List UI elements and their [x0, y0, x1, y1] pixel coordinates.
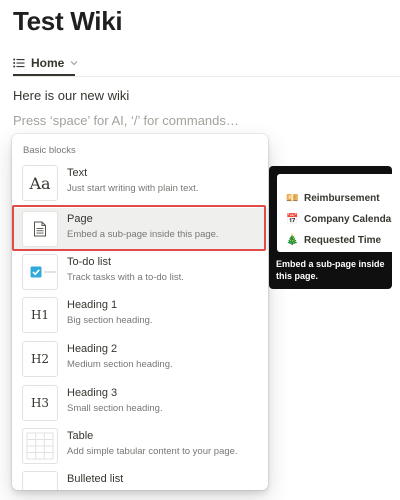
menu-item-heading-3[interactable]: H3 Heading 3 Small section heading.	[12, 382, 268, 424]
menu-item-desc: Small section heading.	[67, 403, 163, 414]
menu-item-desc: Track tasks with a to-do list.	[67, 272, 184, 283]
menu-item-label: Heading 3	[67, 387, 118, 399]
content-text-block[interactable]: Here is our new wiki	[13, 88, 129, 103]
menu-item-text[interactable]: Aa Text Just start writing with plain te…	[12, 162, 268, 204]
tooltip-text: Embed a sub-page inside this page.	[276, 259, 385, 281]
view-tab-label: Home	[31, 56, 65, 70]
menu-item-label: Heading 2	[67, 343, 118, 355]
menu-item-desc: Add simple tabular content to your page.	[67, 446, 238, 457]
block-preview-tooltip: 💴 Reimbursement 📅 Company Calendar 🎄 Req…	[269, 166, 392, 289]
checkbox-icon	[22, 254, 58, 290]
menu-item-todo[interactable]: To-do list Track tasks with a to-do list…	[12, 251, 268, 293]
menu-item-desc: Medium section heading.	[67, 359, 173, 370]
menu-item-label: To-do list	[67, 256, 112, 268]
menu-item-desc: Big section heading.	[67, 315, 153, 326]
sub-page-preview: 💴 Reimbursement 📅 Company Calendar 🎄 Req…	[277, 174, 392, 252]
bullet-list-icon	[22, 471, 58, 490]
menu-item-label: Bulleted list	[67, 473, 124, 485]
preview-item: 📅 Company Calendar	[286, 213, 392, 225]
preview-item: 💴 Reimbursement	[286, 192, 380, 204]
money-icon: 💴	[286, 192, 299, 204]
preview-item: 🎄 Requested Time	[286, 234, 382, 246]
slash-command-placeholder[interactable]: Press ‘space’ for AI, ‘/’ for commands…	[13, 113, 239, 128]
text-aa-icon: Aa	[22, 165, 58, 201]
view-tab-home[interactable]: Home	[13, 53, 78, 73]
menu-item-heading-2[interactable]: H2 Heading 2 Medium section heading.	[12, 338, 268, 380]
menu-item-desc: Just start writing with plain text.	[67, 183, 199, 194]
menu-item-bulleted-list[interactable]: Bulleted list	[12, 468, 268, 490]
menu-item-label: Table	[67, 430, 94, 442]
heading-1-icon: H1	[22, 297, 58, 333]
view-divider	[13, 76, 400, 77]
page-title: Test Wiki	[13, 6, 123, 36]
heading-2-icon: H2	[22, 341, 58, 377]
menu-item-table[interactable]: Table Add simple tabular content to your…	[12, 425, 268, 467]
menu-item-label: Text	[67, 167, 88, 179]
heading-3-icon: H3	[22, 385, 58, 421]
chevron-down-icon	[70, 60, 78, 66]
selection-highlight-box	[12, 205, 266, 251]
calendar-icon: 📅	[286, 213, 299, 225]
menu-section-label: Basic blocks	[23, 145, 76, 156]
menu-item-heading-1[interactable]: H1 Heading 1 Big section heading.	[12, 294, 268, 336]
christmas-tree-icon: 🎄	[286, 234, 299, 246]
list-icon	[13, 58, 25, 68]
slash-command-menu: Basic blocks Aa Text Just start writing …	[12, 134, 268, 490]
table-icon	[22, 428, 58, 464]
menu-item-label: Heading 1	[67, 299, 118, 311]
